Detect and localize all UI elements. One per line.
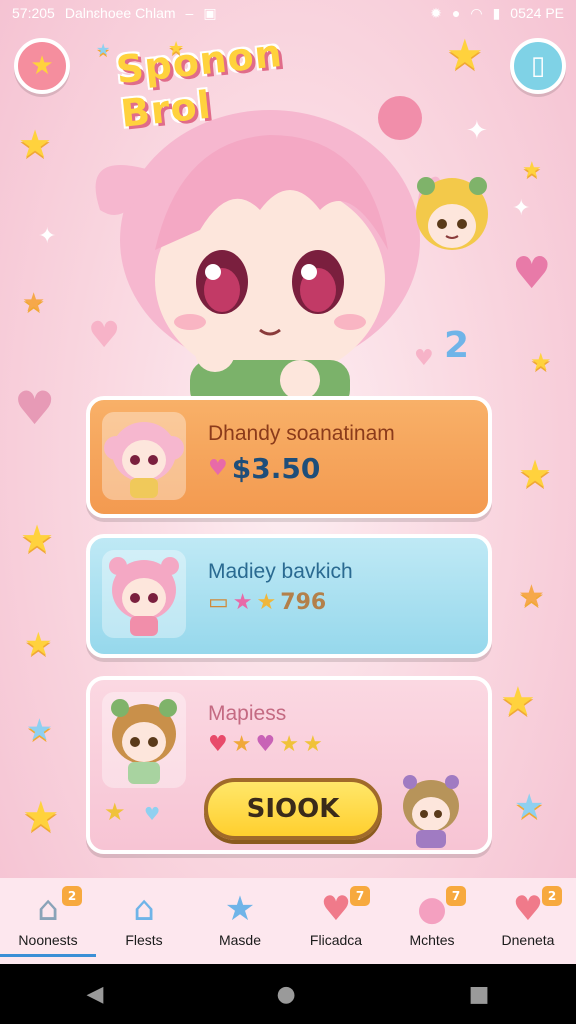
home-icon[interactable]: ● (276, 982, 295, 1007)
star-decoration-icon: ★ (446, 30, 484, 79)
heart-decoration-icon: ♥ (88, 315, 121, 356)
system-nav-bar: ◀ ● ■ (0, 964, 576, 1024)
price-value: $3.50 (231, 452, 321, 485)
sparkle-icon: ✦ (512, 196, 531, 221)
price-row: ♥ $3.50 (208, 452, 320, 485)
star-decoration-icon: ★ (518, 579, 545, 614)
nav-label: Flests (125, 932, 163, 948)
star-icon: ★ (30, 51, 54, 81)
star-decoration-icon: ★ (22, 288, 46, 318)
status-bar: 57:205 Dalnɛhoee Chlam – ▣ ✹ ● ◠ ▮ 0524 … (0, 0, 576, 26)
avatar (102, 550, 186, 638)
star-decoration-icon: ★ (20, 517, 55, 561)
star-pink-icon: ★ (232, 590, 253, 615)
card-icon: ▯ (530, 51, 546, 81)
character-card-3[interactable]: Mapiess ♥ ★ ♥ ★ ★ SIOOK ★ ♥ (86, 676, 492, 854)
number-two-decoration: 2 (444, 325, 470, 366)
nav-item-masde[interactable]: ★ Masde (192, 886, 288, 954)
bottom-nav: ⌂ 2 Noonests ⌂ Flests ★ Masde ♥ 7 Flicad… (0, 878, 576, 964)
star-decoration-icon: ★ (514, 787, 545, 827)
home-chef-icon: ⌂ (133, 889, 155, 929)
card-title: Madiey bavkich (208, 560, 353, 583)
nav-badge: 7 (350, 886, 370, 906)
star-icon: ★ (231, 732, 252, 757)
score-value: 796 (280, 590, 327, 615)
icon-row: ♥ ★ ♥ ★ ★ (208, 732, 323, 757)
heart-decoration-icon: ♥ (512, 248, 552, 299)
star-button[interactable]: ★ (14, 38, 70, 94)
card-title: Mapiess (208, 702, 287, 725)
start-button[interactable]: SIOOK (204, 778, 382, 840)
avatar (102, 692, 186, 788)
alert-icon: ● (451, 5, 461, 21)
rating-row: ▭ ★ ★ 796 (208, 590, 326, 615)
star-decoration-icon: ★ (26, 713, 53, 748)
star-icon: ★ (302, 732, 323, 757)
avatar (102, 412, 186, 500)
star-small-icon: ★ (104, 798, 126, 826)
gear-icon: ✹ (430, 4, 442, 21)
star-decoration-icon: ★ (96, 40, 111, 59)
nav-badge: 2 (62, 886, 82, 906)
character-card-2[interactable]: Madiey bavkich ▭ ★ ★ 796 (86, 534, 492, 658)
star-icon: ★ (279, 732, 299, 757)
image-icon: ▣ (203, 4, 217, 21)
star-icon: ★ (256, 590, 277, 615)
house-icon: ⌂ (37, 889, 59, 929)
nav-label: Masde (218, 932, 262, 948)
mini-character-yellow (410, 170, 494, 260)
star-decoration-icon: ★ (168, 38, 185, 59)
recents-icon[interactable]: ■ (469, 982, 490, 1007)
nav-item-noonests[interactable]: ⌂ 2 Noonests (0, 886, 96, 957)
nav-label: Noonests (18, 932, 78, 948)
nav-item-dneneta[interactable]: ♥ 2 Dneneta (480, 886, 576, 954)
nav-label: Dneneta (501, 932, 555, 948)
nav-item-flests[interactable]: ⌂ Flests (96, 886, 192, 954)
star-decoration-icon: ★ (500, 679, 536, 725)
sparkle-icon: ✦ (38, 224, 57, 249)
heart-apple-icon: ♥ (512, 889, 544, 929)
heart-icon: ♥ (208, 456, 228, 481)
star-decoration-icon: ★ (24, 625, 53, 663)
star-decoration-icon: ★ (18, 122, 53, 166)
pig-icon: ● (417, 889, 447, 929)
wifi-icon: ◠ (470, 4, 483, 21)
star-decoration-icon: ★ (518, 452, 553, 496)
heart-x-icon: ♥ (320, 889, 352, 929)
status-time: 57:205 (12, 5, 55, 21)
heart-icon: ♥ (208, 732, 228, 757)
nav-item-flicadca[interactable]: ♥ 7 Flicadca (288, 886, 384, 954)
shop-button[interactable]: ▯ (510, 38, 566, 94)
back-icon[interactable]: ◀ (87, 982, 104, 1007)
nav-badge: 7 (446, 886, 466, 906)
heart-small-icon: ♥ (144, 804, 161, 825)
star-face-icon: ★ (224, 889, 256, 929)
star-decoration-icon: ★ (522, 158, 542, 183)
dash-icon: – (185, 5, 194, 21)
nav-label: Flicadca (309, 932, 363, 948)
star-decoration-icon: ★ (530, 348, 552, 376)
nav-label: Mchtes (409, 932, 455, 948)
mini-character-brown (396, 772, 466, 852)
card-title: Dhandy soanatinam (208, 422, 395, 445)
status-clock: 0524 PE (510, 5, 564, 21)
sparkle-icon: ✦ (466, 116, 488, 146)
heart-purple-icon: ♥ (255, 732, 276, 757)
nav-badge: 2 (542, 886, 562, 906)
nav-item-mchtes[interactable]: ● 7 Mchtes (384, 886, 480, 954)
character-card-1[interactable]: Dhandy soanatinam ♥ $3.50 (86, 396, 492, 518)
basket-icon: ▭ (208, 590, 229, 615)
heart-decoration-icon: ♥ (14, 381, 56, 435)
star-decoration-icon: ★ (22, 792, 60, 841)
status-app-text: Dalnɛhoee Chlam (64, 5, 176, 21)
heart-decoration-icon: ♥ (414, 346, 434, 371)
signal-icon: ▮ (492, 4, 501, 21)
